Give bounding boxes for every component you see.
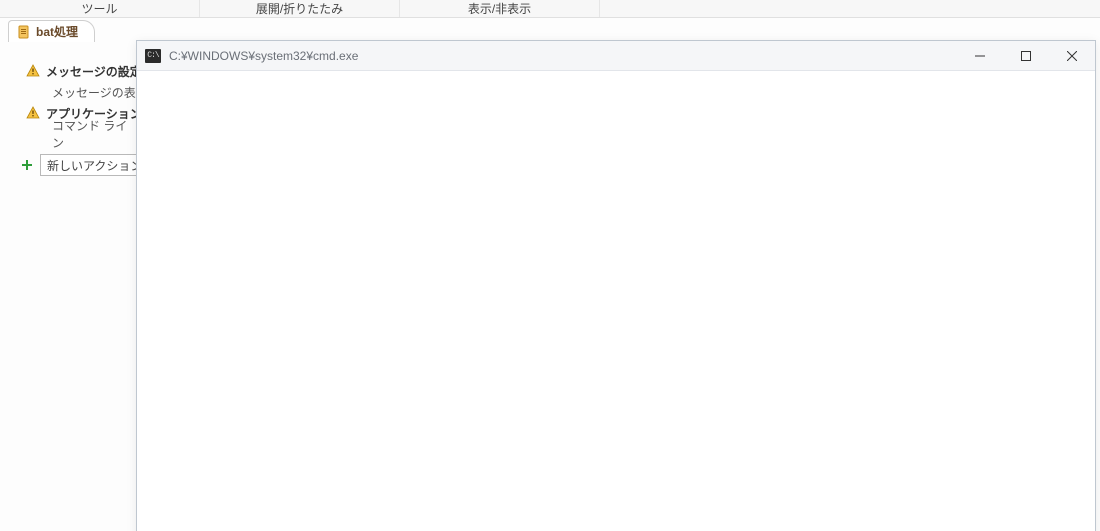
prop-label: コマンド ライン: [52, 117, 139, 151]
cmd-titlebar[interactable]: C:\ C:¥WINDOWS¥system32¥cmd.exe: [137, 41, 1095, 71]
main-area: bat処理 メッセージの設定 メッセージの表示 いいえ: [0, 18, 1100, 531]
document-icon: [17, 25, 31, 39]
plus-icon: [20, 158, 34, 172]
cmd-window: C:\ C:¥WINDOWS¥system32¥cmd.exe: [136, 40, 1096, 531]
tab-label: bat処理: [36, 23, 78, 40]
warning-icon: [26, 106, 40, 120]
close-button[interactable]: [1049, 41, 1095, 70]
close-icon: [1067, 51, 1077, 61]
cmd-icon: C:\: [145, 49, 161, 63]
maximize-button[interactable]: [1003, 41, 1049, 70]
prop-label: メッセージの表示: [52, 84, 148, 101]
document-tab[interactable]: bat処理: [8, 20, 95, 42]
menu-tools[interactable]: ツール: [0, 0, 200, 17]
warning-icon: [26, 64, 40, 78]
menu-expand-collapse[interactable]: 展開/折りたたみ: [200, 0, 400, 17]
cmd-body[interactable]: [137, 71, 1095, 531]
top-menu-bar: ツール 展開/折りたたみ 表示/非表示: [0, 0, 1100, 18]
window-controls: [957, 41, 1095, 70]
tab-strip: bat処理: [0, 18, 300, 42]
minimize-button[interactable]: [957, 41, 1003, 70]
section-title: メッセージの設定: [46, 63, 142, 80]
menu-show-hide[interactable]: 表示/非表示: [400, 0, 600, 17]
maximize-icon: [1021, 51, 1031, 61]
minimize-icon: [975, 51, 985, 61]
cmd-title: C:¥WINDOWS¥system32¥cmd.exe: [169, 49, 957, 63]
